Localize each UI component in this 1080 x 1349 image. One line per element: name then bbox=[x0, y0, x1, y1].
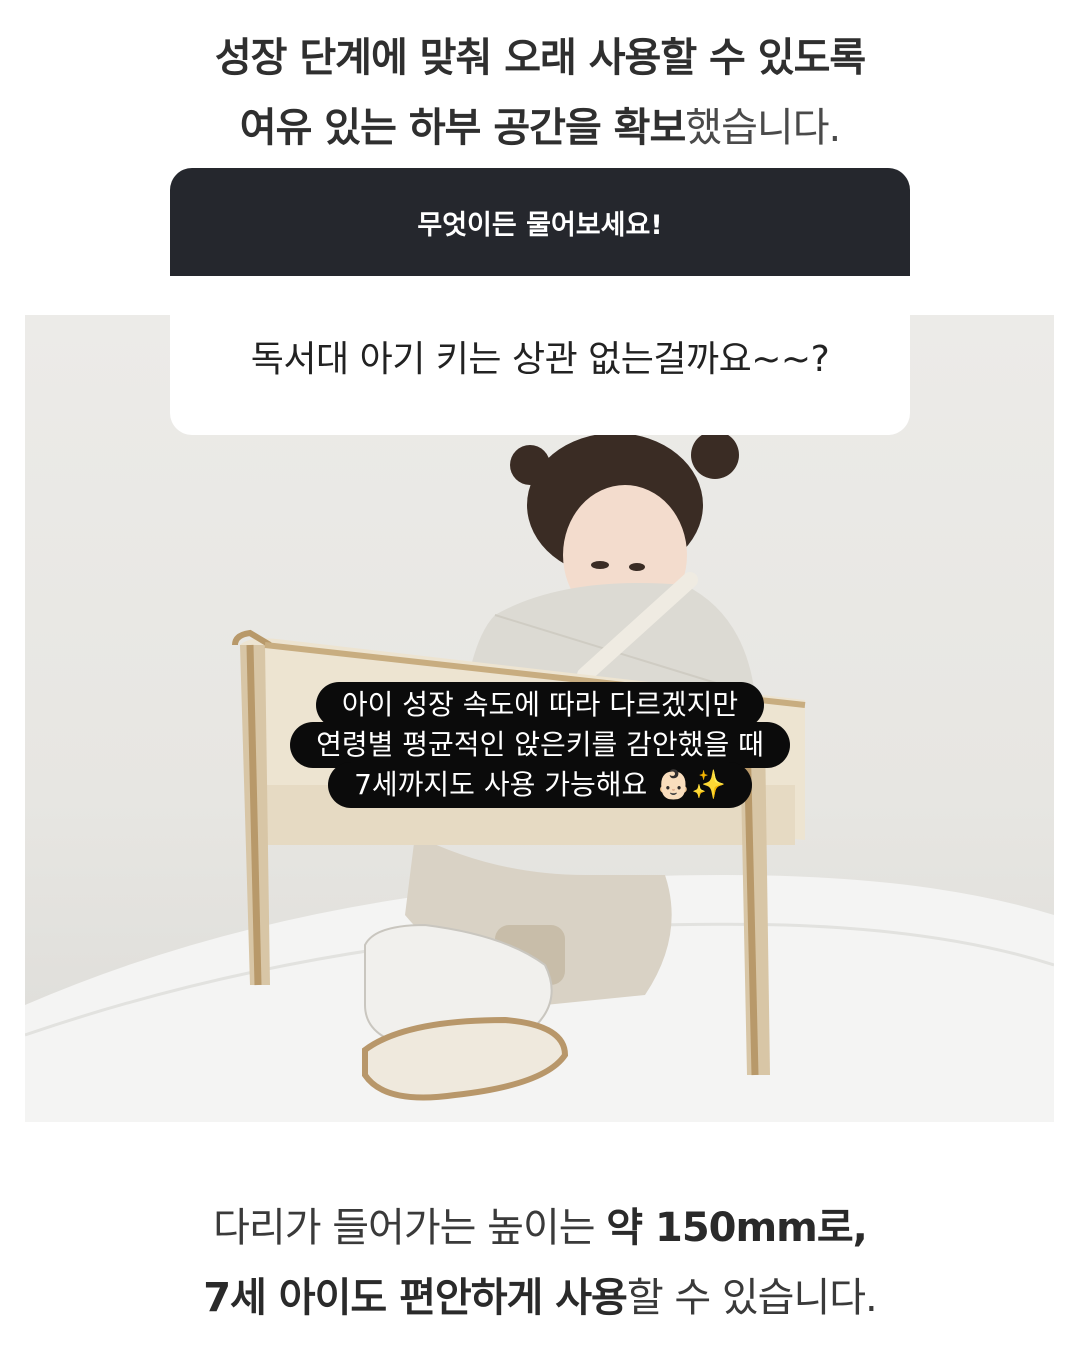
question-text: 독서대 아기 키는 상관 없는걸까요~~? bbox=[250, 338, 830, 380]
answer-line-3-text: 7세까지도 사용 가능해요 👶🏻✨ bbox=[328, 762, 752, 808]
question-sticker-header-text: 무엇이든 물어보세요! bbox=[417, 209, 663, 241]
outro-line-1: 다리가 들어가는 높이는 약 150mm로, bbox=[0, 1208, 1080, 1248]
outro-line-1-bold: 약 150mm로, bbox=[606, 1205, 868, 1251]
outro-line-1-light: 다리가 들어가는 높이는 bbox=[213, 1205, 607, 1251]
answer-line-3: 7세까지도 사용 가능해요 👶🏻✨ bbox=[0, 762, 1080, 808]
intro-line-1-text: 성장 단계에 맞춰 오래 사용할 수 있도록 bbox=[214, 35, 866, 81]
question-sticker-header: 무엇이든 물어보세요! bbox=[170, 168, 910, 276]
question-sticker-body: 독서대 아기 키는 상관 없는걸까요~~? bbox=[170, 276, 910, 435]
intro-line-2-light: 했습니다. bbox=[685, 105, 841, 151]
question-sticker: 무엇이든 물어보세요! 독서대 아기 키는 상관 없는걸까요~~? bbox=[170, 168, 910, 435]
outro-line-2-light: 할 수 있습니다. bbox=[626, 1275, 878, 1321]
outro-line-2: 7세 아이도 편안하게 사용할 수 있습니다. bbox=[0, 1278, 1080, 1318]
intro-line-2-bold: 여유 있는 하부 공간을 확보 bbox=[239, 105, 687, 151]
intro-line-2: 여유 있는 하부 공간을 확보했습니다. bbox=[0, 108, 1080, 148]
outro-line-2-bold: 7세 아이도 편안하게 사용 bbox=[203, 1275, 628, 1321]
intro-line-1: 성장 단계에 맞춰 오래 사용할 수 있도록 bbox=[0, 38, 1080, 78]
